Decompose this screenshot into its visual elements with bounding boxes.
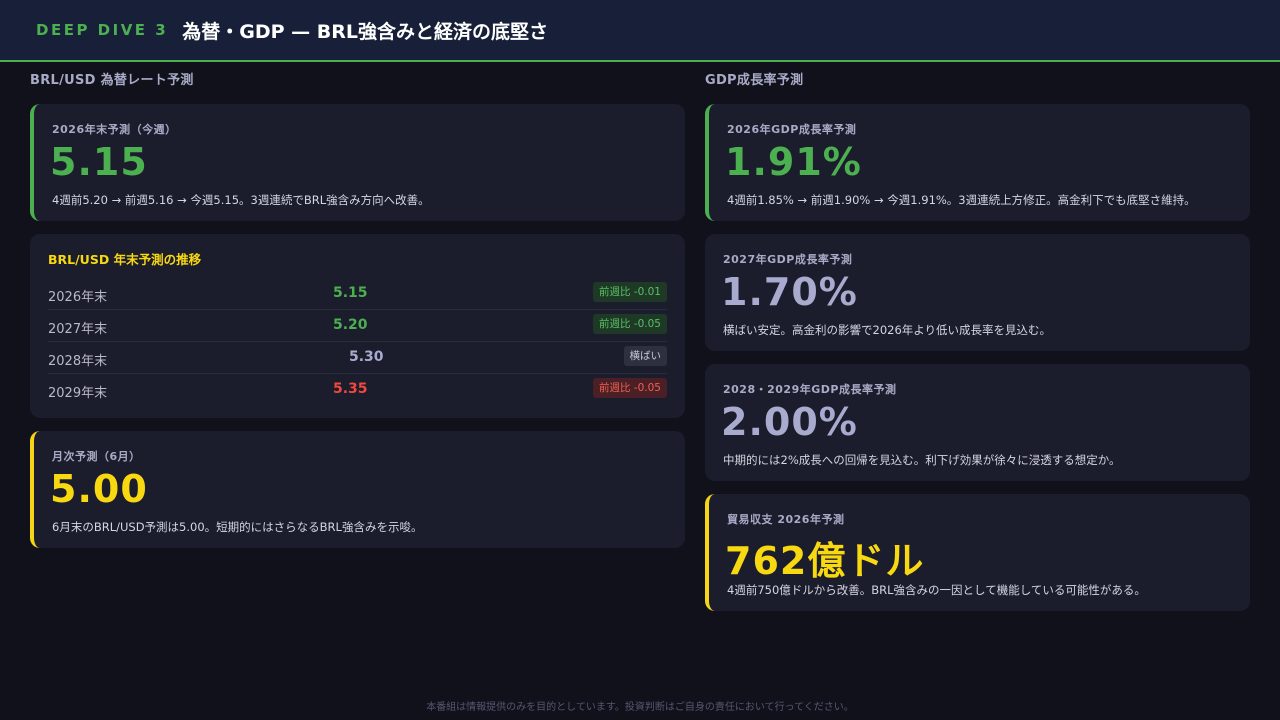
table-row: 2027年末 5.20 前週比 -0.05	[48, 310, 667, 342]
trade-balance-label: 貿易収支 2026年予測	[727, 513, 845, 526]
gdp-section-title: GDP成長率予測	[705, 73, 804, 88]
trade-balance-desc: 4週前750億ドルから改善。BRL強含みの一因として機能している可能性がある。	[727, 583, 1146, 597]
gdp-2027-value: 1.70%	[721, 270, 858, 314]
gdp-2026-desc: 4週前1.85% → 前週1.90% → 今週1.91%。3週連続上方修正。高金…	[727, 193, 1196, 207]
fx-monthly-desc: 6月末のBRL/USD予測は5.00。短期的にはさらなるBRL強含みを示唆。	[52, 520, 423, 534]
row-value: 5.30	[349, 349, 384, 365]
gdp-2026-label: 2026年GDP成長率予測	[727, 123, 857, 136]
change-badge: 前週比 -0.01	[592, 282, 667, 302]
row-year: 2029年末	[48, 386, 108, 401]
change-badge: 横ばい	[623, 346, 667, 366]
gdp-2026-card: 2026年GDP成長率予測 1.91% 4週前1.85% → 前週1.90% →…	[705, 104, 1250, 221]
change-badge: 前週比 -0.05	[592, 314, 667, 334]
row-value: 5.35	[333, 381, 368, 397]
row-year: 2026年末	[48, 290, 108, 305]
fx-monthly-card: 月次予測（6月） 5.00 6月末のBRL/USD予測は5.00。短期的にはさら…	[30, 431, 685, 548]
fx-2026-label: 2026年末予測（今週）	[52, 123, 177, 136]
page-title: 為替・GDP — BRL強含みと経済の底堅さ	[182, 20, 548, 43]
table-row: 2029年末 5.35 前週比 -0.05	[48, 374, 667, 406]
fx-monthly-label: 月次予測（6月）	[52, 450, 141, 463]
change-badge: 前週比 -0.05	[592, 378, 667, 398]
fx-2026-card: 2026年末予測（今週） 5.15 4週前5.20 → 前週5.16 → 今週5…	[30, 104, 685, 221]
disclaimer: 本番組は情報提供のみを目的としています。投資判断はご自身の責任において行ってくだ…	[426, 702, 854, 713]
fx-monthly-value: 5.00	[50, 467, 148, 511]
section-tag: DEEP DIVE 3	[36, 21, 169, 39]
row-value: 5.20	[333, 317, 368, 333]
gdp-2027-desc: 横ばい安定。高金利の影響で2026年より低い成長率を見込む。	[723, 323, 1052, 337]
gdp-2028-label: 2028・2029年GDP成長率予測	[723, 383, 897, 396]
gdp-2027-label: 2027年GDP成長率予測	[723, 253, 853, 266]
table-row: 2028年末 5.30 横ばい	[48, 342, 667, 374]
gdp-2026-value: 1.91%	[725, 140, 862, 184]
trade-balance-card: 貿易収支 2026年予測 762億ドル 4週前750億ドルから改善。BRL強含み…	[705, 494, 1250, 611]
fx-2026-value: 5.15	[50, 140, 148, 184]
header-bar: DEEP DIVE 3 為替・GDP — BRL強含みと経済の底堅さ	[0, 0, 1280, 62]
row-value: 5.15	[333, 285, 368, 301]
row-year: 2027年末	[48, 322, 108, 337]
gdp-2028-card: 2028・2029年GDP成長率予測 2.00% 中期的には2%成長への回帰を見…	[705, 364, 1250, 481]
table-row: 2026年末 5.15 前週比 -0.01	[48, 278, 667, 310]
gdp-2027-card: 2027年GDP成長率予測 1.70% 横ばい安定。高金利の影響で2026年より…	[705, 234, 1250, 351]
gdp-2028-desc: 中期的には2%成長への回帰を見込む。利下げ効果が徐々に浸透する想定か。	[723, 453, 1121, 467]
fx-section-title: BRL/USD 為替レート予測	[30, 73, 194, 88]
fx-forecast-table: BRL/USD 年末予測の推移 2026年末 5.15 前週比 -0.01 20…	[30, 234, 685, 418]
gdp-2028-value: 2.00%	[721, 400, 858, 444]
fx-table-title: BRL/USD 年末予測の推移	[48, 252, 202, 267]
fx-2026-desc: 4週前5.20 → 前週5.16 → 今週5.15。3週連続でBRL強含み方向へ…	[52, 193, 430, 207]
row-year: 2028年末	[48, 354, 108, 369]
trade-balance-value: 762億ドル	[725, 539, 925, 583]
